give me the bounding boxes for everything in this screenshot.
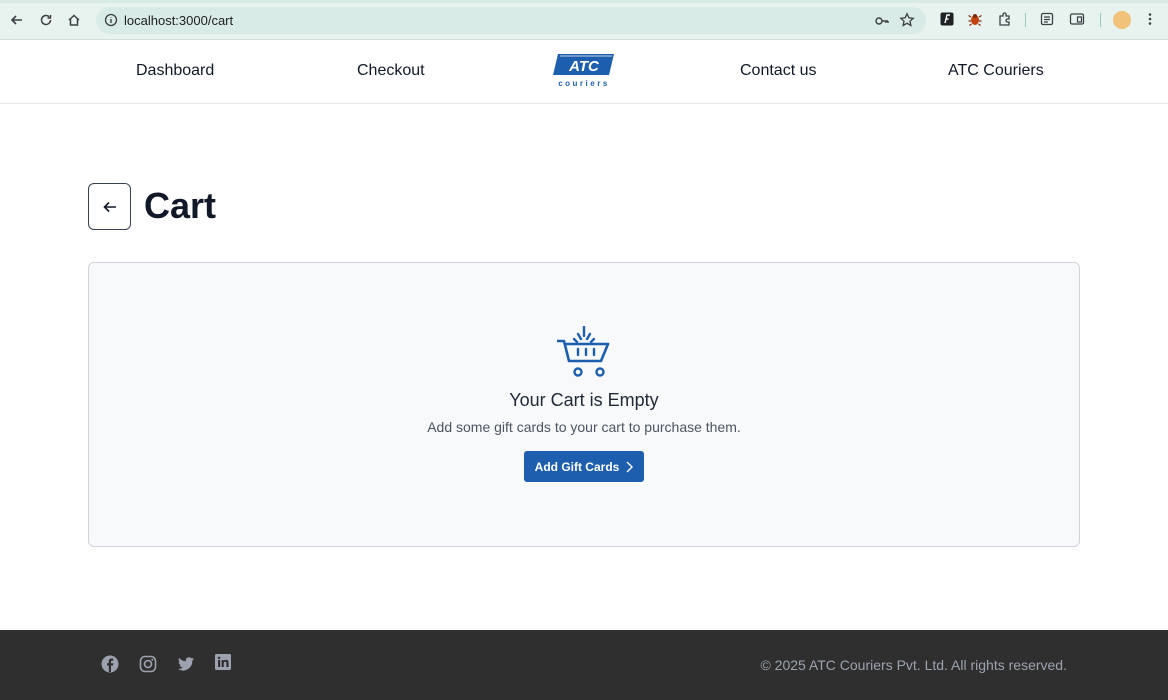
reading-list-icon[interactable] <box>1038 10 1056 28</box>
nav-link-contact[interactable]: Contact us <box>740 62 816 80</box>
site-footer: © 2025 ATC Couriers Pvt. Ltd. All rights… <box>0 630 1168 700</box>
shopping-cart-icon <box>557 326 610 377</box>
url-text[interactable]: localhost:3000/cart <box>124 13 233 28</box>
bug-extension-icon[interactable] <box>966 10 984 28</box>
twitter-icon[interactable] <box>177 655 195 673</box>
logo-text: ATC <box>568 58 600 75</box>
arrow-left-icon <box>102 201 116 212</box>
chevron-right-icon <box>626 461 634 472</box>
toolbar-separator <box>1100 13 1101 27</box>
tab-strip <box>0 0 1168 3</box>
tab-search-icon[interactable] <box>1068 10 1086 28</box>
copyright-text: © 2025 ATC Couriers Pvt. Ltd. All rights… <box>760 657 1067 673</box>
nav-link-dashboard[interactable]: Dashboard <box>136 62 214 80</box>
site-header: Dashboard Checkout ATC couriers Contact … <box>0 40 1168 104</box>
add-gift-cards-button[interactable]: Add Gift Cards <box>524 451 644 482</box>
empty-cart-title: Your Cart is Empty <box>509 390 659 410</box>
bookmark-star-icon[interactable] <box>898 11 916 29</box>
instagram-icon[interactable] <box>139 655 157 673</box>
site-info-icon[interactable] <box>104 13 118 27</box>
profile-avatar[interactable] <box>1113 11 1131 29</box>
add-gift-cards-label: Add Gift Cards <box>534 459 620 474</box>
facebook-icon[interactable] <box>101 655 119 673</box>
extensions-puzzle-icon[interactable] <box>996 10 1014 28</box>
logo-subtext: couriers <box>558 79 610 88</box>
atc-logo[interactable]: ATC couriers <box>552 53 616 89</box>
address-bar[interactable]: localhost:3000/cart <box>96 7 926 34</box>
menu-kebab-icon[interactable] <box>1141 10 1159 28</box>
browser-toolbar: localhost:3000/cart <box>0 0 1168 40</box>
toolbar-separator <box>1025 13 1026 27</box>
home-icon[interactable] <box>63 9 85 31</box>
browser-back-icon[interactable] <box>6 9 28 31</box>
reload-icon[interactable] <box>35 9 57 31</box>
extension-f-icon[interactable] <box>938 10 956 28</box>
linkedin-icon[interactable] <box>214 653 232 671</box>
nav-link-atc-couriers[interactable]: ATC Couriers <box>948 62 1044 80</box>
back-button[interactable] <box>88 183 131 230</box>
nav-link-checkout[interactable]: Checkout <box>357 62 425 80</box>
page-title: Cart <box>144 185 217 226</box>
empty-cart-subtitle: Add some gift cards to your cart to purc… <box>427 419 741 435</box>
password-key-icon[interactable] <box>873 12 891 30</box>
